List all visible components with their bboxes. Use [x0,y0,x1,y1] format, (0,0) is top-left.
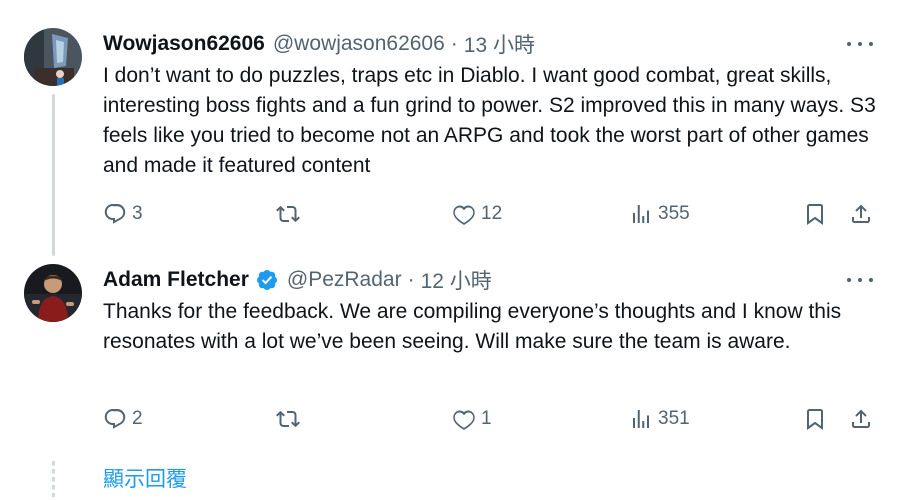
share-button[interactable] [849,404,873,434]
retweet-icon [276,410,300,428]
handle[interactable]: @PezRadar [287,268,402,292]
dotted-thread-line [52,461,55,497]
separator-dot: · [407,268,415,291]
views-count: 355 [658,203,690,224]
reply-count: 2 [132,408,143,429]
action-bar: 2 1 351 [103,404,878,434]
timestamp[interactable]: 13 小時 [464,29,535,59]
tweet-adam-fletcher[interactable]: Adam Fletcher @PezRadar · 12 小時 Thanks f… [0,248,911,453]
action-bar: 3 12 355 [103,199,878,229]
reply-icon [104,204,126,224]
bookmark-icon [807,204,823,225]
share-icon [852,409,870,428]
like-icon [453,205,475,225]
more-icon[interactable] [847,34,873,54]
like-button[interactable]: 1 [452,404,492,434]
display-name[interactable]: Adam Fletcher [103,268,249,292]
like-count: 1 [481,408,492,429]
reply-button[interactable]: 2 [103,404,143,434]
show-replies-row: 顯示回覆 [0,453,911,500]
handle[interactable]: @wowjason62606 [273,32,445,56]
share-icon [852,204,870,223]
like-count: 12 [481,203,503,224]
thread-line [52,94,55,256]
views-button[interactable]: 351 [629,404,690,434]
retweet-button[interactable] [276,199,305,229]
like-button[interactable]: 12 [452,199,502,229]
views-icon [633,410,649,428]
tweet-header: Adam Fletcher @PezRadar · 12 小時 [103,266,851,294]
tweet-header: Wowjason62606 @wowjason62606 · 13 小時 [103,30,851,58]
avatar-adam-fletcher[interactable] [24,264,82,322]
avatar-wowjason[interactable] [24,28,82,86]
like-icon [453,410,475,430]
show-replies-link[interactable]: 顯示回覆 [103,463,187,493]
bookmark-button[interactable] [803,404,827,434]
tweet-text: Thanks for the feedback. We are compilin… [103,300,842,353]
retweet-icon [276,205,300,223]
views-icon [633,205,649,223]
more-icon[interactable] [847,270,873,290]
reply-button[interactable]: 3 [103,199,143,229]
reply-count: 3 [132,203,143,224]
display-name[interactable]: Wowjason62606 [103,32,265,56]
timestamp[interactable]: 12 小時 [421,265,492,295]
retweet-button[interactable] [276,404,305,434]
separator-dot: · [450,32,458,55]
bookmark-button[interactable] [803,199,827,229]
verified-icon[interactable] [255,268,279,292]
views-button[interactable]: 355 [629,199,690,229]
bookmark-icon [807,409,823,430]
share-button[interactable] [849,199,873,229]
tweet-text: I don’t want to do puzzles, traps etc in… [103,64,876,177]
tweet-wowjason[interactable]: Wowjason62606 @wowjason62606 · 13 小時 I d… [0,0,911,256]
reply-icon [104,409,126,429]
views-count: 351 [658,408,690,429]
